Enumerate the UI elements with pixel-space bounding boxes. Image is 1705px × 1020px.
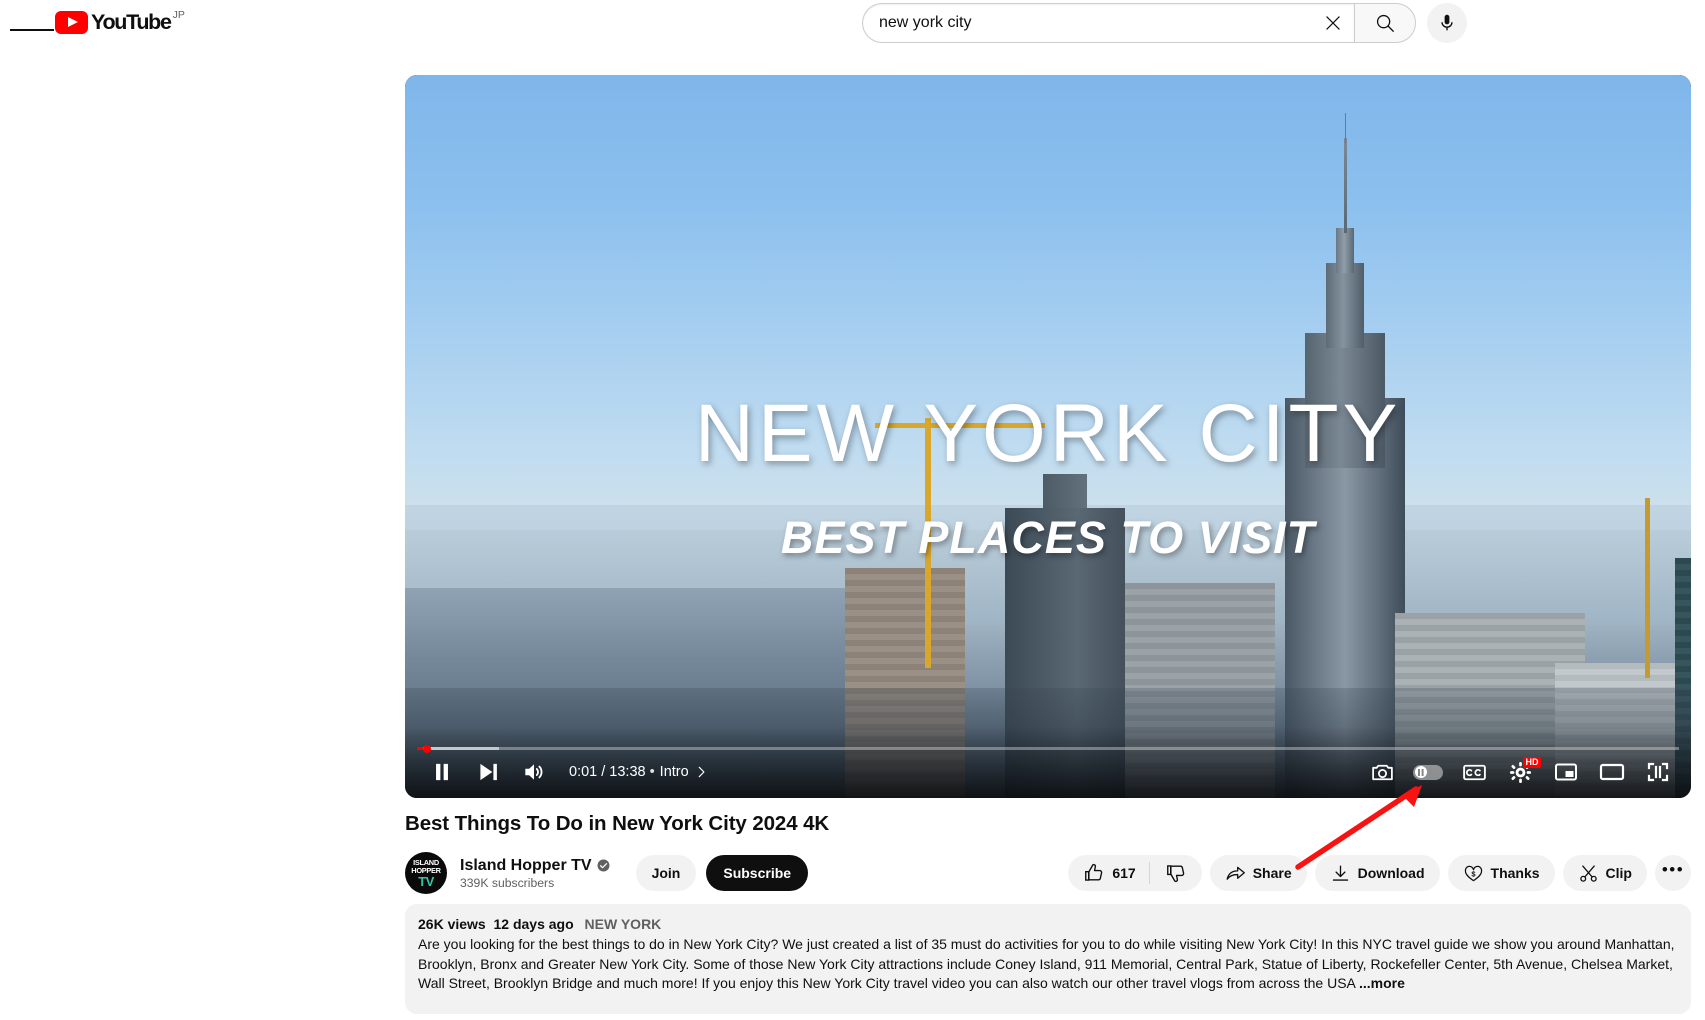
share-button[interactable]: Share	[1209, 855, 1307, 891]
channel-info: Island Hopper TV 339K subscribers	[460, 857, 610, 890]
subscribe-button[interactable]: Subscribe	[706, 855, 809, 891]
clip-button[interactable]: Clip	[1562, 855, 1647, 891]
scissors-icon	[1579, 864, 1597, 882]
autoplay-toggle[interactable]	[1405, 752, 1451, 792]
more-actions-button[interactable]: •••	[1655, 855, 1691, 891]
avatar-line-3: TV	[418, 873, 434, 889]
download-icon	[1332, 865, 1348, 881]
view-count: 26K views	[418, 916, 486, 932]
description-panel[interactable]: 26K views 12 days ago NEW YORK Are you l…	[405, 904, 1691, 1014]
video-overlay-title: NEW YORK CITY	[694, 388, 1402, 479]
description-text: Are you looking for the best things to d…	[418, 936, 1675, 991]
thanks-label: Thanks	[1490, 865, 1540, 881]
chevron-right-icon	[698, 766, 705, 778]
youtube-logo-text: YouTube	[91, 10, 172, 34]
video-actions: 617 Share Download $ Thanks Clip •••	[1068, 855, 1691, 891]
share-icon	[1226, 866, 1245, 880]
progress-played	[417, 747, 423, 750]
share-label: Share	[1252, 865, 1292, 881]
hamburger-bar	[24, 29, 40, 31]
description-meta: 26K views 12 days ago NEW YORK	[418, 916, 1678, 932]
like-button[interactable]: 617	[1068, 855, 1148, 891]
masthead: YouTube JP	[0, 0, 1705, 62]
chapter-separator: •	[649, 764, 655, 780]
fullscreen-icon[interactable]	[1635, 752, 1681, 792]
clip-label: Clip	[1605, 865, 1632, 881]
microphone-icon[interactable]	[1427, 3, 1467, 43]
video-meta-row: ISLAND HOPPER TV Island Hopper TV 339K s…	[405, 848, 1691, 898]
empire-state-spire	[1343, 138, 1347, 233]
player-controls-left: 0:01 / 13:38 • Intro	[419, 752, 708, 792]
pause-icon[interactable]	[419, 752, 465, 792]
thumbs-up-icon	[1085, 863, 1103, 881]
search-area	[862, 3, 1467, 43]
search-icon[interactable]	[1354, 3, 1416, 43]
gear-icon[interactable]: HD	[1497, 752, 1543, 792]
heart-dollar-icon: $	[1464, 865, 1482, 881]
chapter-label: Intro	[659, 764, 689, 780]
chapter-button[interactable]: • Intro	[650, 764, 708, 780]
empire-state-crown	[1336, 228, 1354, 273]
avatar[interactable]: ISLAND HOPPER TV	[405, 852, 447, 894]
empire-state-antenna	[1344, 113, 1346, 143]
hamburger-bar	[39, 29, 55, 31]
youtube-play-icon	[55, 11, 88, 34]
empire-state-upper	[1326, 263, 1364, 348]
hamburger-icon[interactable]	[10, 8, 55, 52]
search-box[interactable]	[862, 3, 1354, 43]
video-player[interactable]: NEW YORK CITY BEST PLACES TO VISIT 0:01 …	[405, 75, 1691, 798]
channel-name-row: Island Hopper TV	[460, 857, 610, 875]
publish-date: 12 days ago	[493, 916, 574, 932]
description-text-wrapper: Are you looking for the best things to d…	[418, 935, 1678, 994]
like-count: 617	[1112, 865, 1136, 881]
progress-track	[417, 747, 1679, 750]
channel-name[interactable]: Island Hopper TV	[460, 857, 592, 875]
player-controls-right: HD	[1359, 752, 1681, 792]
hamburger-bar	[10, 29, 25, 31]
quality-badge: HD	[1523, 757, 1541, 768]
next-track-icon[interactable]	[465, 752, 511, 792]
country-code-label: JP	[172, 9, 185, 21]
youtube-logo[interactable]: YouTube JP	[55, 8, 185, 35]
thumbs-down-icon	[1166, 865, 1184, 883]
show-more-link[interactable]: ...more	[1359, 975, 1405, 991]
close-icon[interactable]	[1316, 6, 1350, 40]
time-display: 0:01 / 13:38	[569, 764, 646, 780]
autoplay-switch	[1413, 764, 1443, 780]
theater-mode-icon[interactable]	[1589, 752, 1635, 792]
search-input[interactable]	[879, 14, 1316, 32]
join-button[interactable]: Join	[635, 855, 697, 891]
description-hashtag[interactable]: NEW YORK	[585, 916, 662, 932]
miniplayer-icon[interactable]	[1543, 752, 1589, 792]
like-dislike-group: 617	[1068, 855, 1202, 891]
progress-bar[interactable]	[417, 744, 1679, 753]
verified-badge-icon	[597, 859, 610, 872]
download-label: Download	[1357, 865, 1425, 881]
download-button[interactable]: Download	[1314, 855, 1440, 891]
thanks-button[interactable]: $ Thanks	[1447, 855, 1555, 891]
subscriber-count: 339K subscribers	[460, 875, 555, 890]
dislike-button[interactable]	[1150, 855, 1202, 891]
volume-icon[interactable]	[511, 752, 557, 792]
page-title: Best Things To Do in New York City 2024 …	[405, 812, 830, 835]
video-overlay-subtitle: BEST PLACES TO VISIT	[780, 512, 1316, 563]
closed-captions-icon[interactable]	[1451, 752, 1497, 792]
svg-text:$: $	[1471, 869, 1476, 878]
camera-icon[interactable]	[1359, 752, 1405, 792]
